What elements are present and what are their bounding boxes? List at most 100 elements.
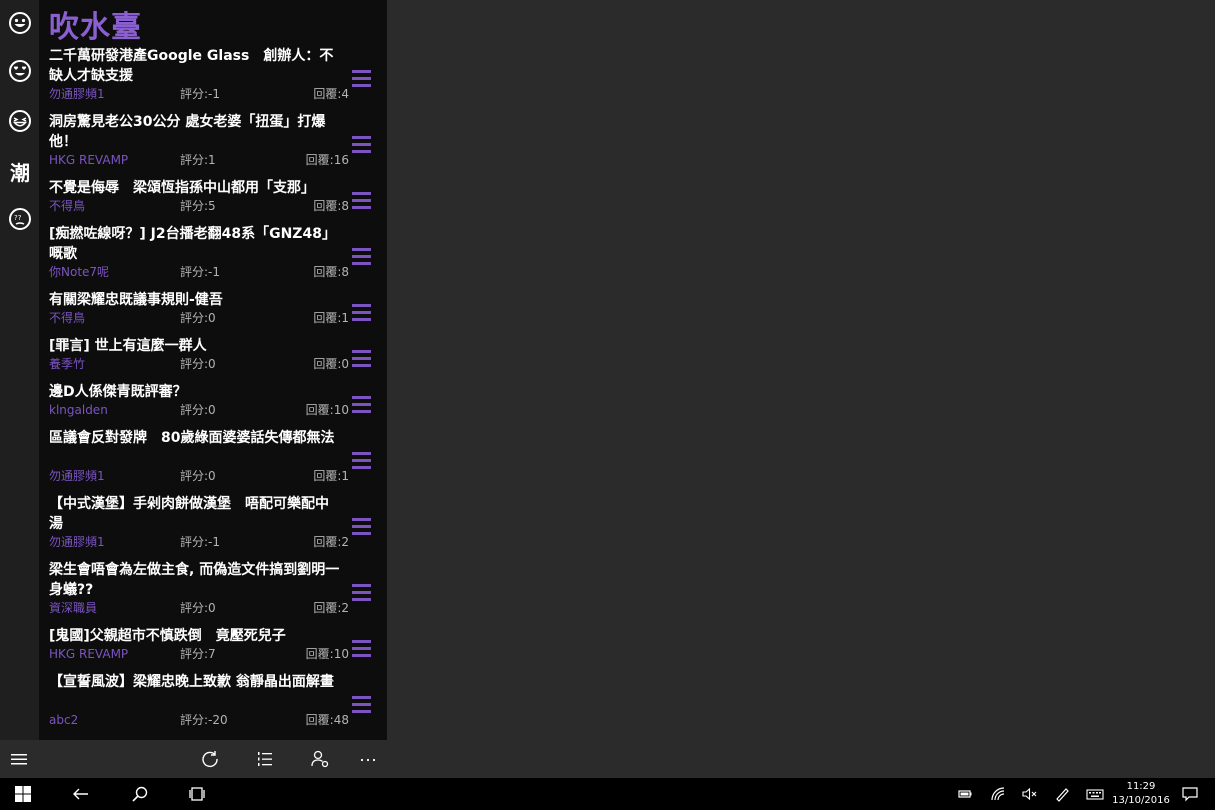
trending-label: 潮 <box>10 160 30 185</box>
topic-score: 評分:-1 <box>180 87 221 101</box>
wifi-icon[interactable] <box>987 783 1009 805</box>
topic-replies: 回覆:8 <box>313 199 349 213</box>
topic-row[interactable]: 不覺是侮辱 梁頌恆指孫中山都用「支那」 不得鳥 評分:5 回覆:8 <box>39 178 387 224</box>
touch-keyboard-icon[interactable] <box>1084 783 1106 805</box>
topic-menu-icon[interactable] <box>352 303 372 323</box>
topic-meta: 不得鳥 評分:0 回覆:1 <box>49 311 349 326</box>
app-command-bar <box>0 740 387 778</box>
topic-score: 評分:1 <box>180 153 216 167</box>
topic-author[interactable]: HKG REVAMP <box>49 647 128 662</box>
topic-author[interactable]: 勿通膠頻1 <box>49 535 105 550</box>
clock-time: 11:29 <box>1126 781 1156 792</box>
topic-author[interactable]: 你Note7呢 <box>49 265 109 280</box>
topic-list: 二千萬研發港產Google Glass 創辦人：不缺人才缺支援勿通膠頻1 評分:-… <box>39 46 387 738</box>
topic-meta: 資深職員 評分:0 回覆:2 <box>49 601 349 616</box>
happy-face-icon <box>9 12 31 34</box>
topic-author[interactable]: 資深職員 <box>49 601 97 616</box>
topic-title: [痴撚咗線呀？] J2台播老翻48系「GNZ48」嘅歌 <box>49 226 336 262</box>
topic-replies: 回覆:4 <box>313 87 349 101</box>
topic-title: 邊D人係傑青既評審？ <box>49 384 187 400</box>
battery-icon[interactable] <box>954 783 976 805</box>
topic-title: 【中式漢堡】手剁肉餅做漢堡 唔配可樂配中湯 <box>49 496 329 532</box>
task-view-icon[interactable] <box>186 783 208 805</box>
volume-muted-icon[interactable] <box>1018 783 1040 805</box>
topic-menu-icon[interactable] <box>352 695 372 715</box>
laughing-face-icon <box>9 110 31 132</box>
topic-author[interactable]: HKG REVAMP <box>49 153 128 168</box>
topic-replies: 回覆:8 <box>313 265 349 279</box>
topic-menu-icon[interactable] <box>352 639 372 659</box>
taskbar: 11:29 13/10/2016 <box>0 778 1215 810</box>
category-laugh-icon[interactable] <box>7 108 33 134</box>
topic-score: 評分:-20 <box>180 713 228 727</box>
topic-menu-icon[interactable] <box>352 395 372 415</box>
topic-meta: HKG REVAMP 評分:1 回覆:16 <box>49 153 349 168</box>
topic-replies: 回覆:0 <box>313 357 349 371</box>
topic-author[interactable]: 不得鳥 <box>49 311 85 326</box>
topic-score: 評分:-1 <box>180 265 221 279</box>
svg-text:??: ?? <box>14 214 22 222</box>
action-center-icon[interactable] <box>1179 783 1201 805</box>
topic-meta: 勿通膠頻1 評分:0 回覆:1 <box>49 469 349 484</box>
topic-row[interactable]: 【宣誓風波】梁耀忠晚上致歉 翁靜晶出面解畫 abc2 評分:-20 回覆:48 <box>39 672 387 738</box>
system-clock[interactable]: 11:29 13/10/2016 <box>1108 780 1174 808</box>
category-trending[interactable]: 潮 <box>7 158 33 185</box>
windows-start-icon[interactable] <box>12 783 34 805</box>
topic-author[interactable]: klngalden <box>49 403 108 418</box>
topic-author[interactable]: 不得鳥 <box>49 199 85 214</box>
search-icon[interactable] <box>129 783 151 805</box>
topic-author[interactable]: 勿通膠頻1 <box>49 469 105 484</box>
topic-score: 評分:0 <box>180 601 216 615</box>
topic-meta: 勿通膠頻1 評分:-1 回覆:4 <box>49 87 349 102</box>
topic-menu-icon[interactable] <box>352 191 372 211</box>
category-happy-icon[interactable] <box>7 10 33 36</box>
topic-meta: 養季竹 評分:0 回覆:0 <box>49 357 349 372</box>
topic-replies: 回覆:1 <box>313 311 349 325</box>
topic-menu-icon[interactable] <box>352 517 372 537</box>
topic-author[interactable]: abc2 <box>49 713 78 728</box>
back-arrow-icon[interactable] <box>70 783 92 805</box>
topic-row[interactable]: [罪言] 世上有這麼一群人養季竹 評分:0 回覆:0 <box>39 336 387 382</box>
topic-title: 二千萬研發港產Google Glass 創辦人：不缺人才缺支援 <box>49 48 334 84</box>
topic-score: 評分:7 <box>180 647 216 661</box>
category-love-icon[interactable] <box>7 58 33 84</box>
category-confused-icon[interactable]: ?? <box>7 206 33 232</box>
topic-score: 評分:0 <box>180 469 216 483</box>
topic-author[interactable]: 養季竹 <box>49 357 85 372</box>
more-options-icon[interactable] <box>356 748 380 770</box>
refresh-icon[interactable] <box>198 748 222 770</box>
topic-replies: 回覆:2 <box>313 535 349 549</box>
account-settings-icon[interactable] <box>308 748 332 770</box>
topic-replies: 回覆:10 <box>305 403 349 417</box>
clock-date: 13/10/2016 <box>1112 795 1170 806</box>
topic-row[interactable]: 邊D人係傑青既評審？ klngalden 評分:0 回覆:10 <box>39 382 387 428</box>
topic-row[interactable]: 【中式漢堡】手剁肉餅做漢堡 唔配可樂配中湯勿通膠頻1 評分:-1 回覆:2 <box>39 494 387 560</box>
topic-menu-icon[interactable] <box>352 247 372 267</box>
topic-title: [罪言] 世上有這麼一群人 <box>49 338 207 354</box>
topic-score: 評分:-1 <box>180 535 221 549</box>
pen-workspace-icon[interactable] <box>1051 783 1073 805</box>
topic-replies: 回覆:16 <box>305 153 349 167</box>
numbered-list-icon[interactable] <box>253 748 277 770</box>
topic-menu-icon[interactable] <box>352 583 372 603</box>
topic-replies: 回覆:1 <box>313 469 349 483</box>
hamburger-menu-icon[interactable] <box>7 748 31 770</box>
topic-menu-icon[interactable] <box>352 451 372 471</box>
topic-title: 區議會反對發牌 80歲綠面婆婆話失傳都無法 <box>49 430 335 446</box>
topic-row[interactable]: 有關梁耀忠既議事規則-健吾 不得鳥 評分:0 回覆:1 <box>39 290 387 336</box>
topic-score: 評分:5 <box>180 199 216 213</box>
topic-row[interactable]: 梁生會唔會為左做主食, 而偽造文件搞到劉明一身蟻?? 資深職員 評分:0 回覆:2 <box>39 560 387 626</box>
topic-row[interactable]: 洞房驚見老公30公分 處女老婆「扭蛋」打爆他！ HKG REVAMP 評分:1 回覆:… <box>39 112 387 178</box>
topic-score: 評分:0 <box>180 403 216 417</box>
app-title: 吹水臺 <box>49 10 142 45</box>
topic-author[interactable]: 勿通膠頻1 <box>49 87 105 102</box>
topic-menu-icon[interactable] <box>352 69 372 89</box>
topic-row[interactable]: 區議會反對發牌 80歲綠面婆婆話失傳都無法 勿通膠頻1 評分:0 回覆:1 <box>39 428 387 494</box>
topic-title: [鬼國]父親超市不慎跌倒 竟壓死兒子 <box>49 628 286 644</box>
topic-row[interactable]: 二千萬研發港產Google Glass 創辦人：不缺人才缺支援勿通膠頻1 評分:-… <box>39 46 387 112</box>
topic-menu-icon[interactable] <box>352 349 372 369</box>
topic-row[interactable]: [痴撚咗線呀？] J2台播老翻48系「GNZ48」嘅歌你Note7呢 評分:-1 回… <box>39 224 387 290</box>
topic-row[interactable]: [鬼國]父親超市不慎跌倒 竟壓死兒子 HKG REVAMP 評分:7 回覆:10 <box>39 626 387 672</box>
topic-replies: 回覆:48 <box>305 713 349 727</box>
topic-menu-icon[interactable] <box>352 135 372 155</box>
